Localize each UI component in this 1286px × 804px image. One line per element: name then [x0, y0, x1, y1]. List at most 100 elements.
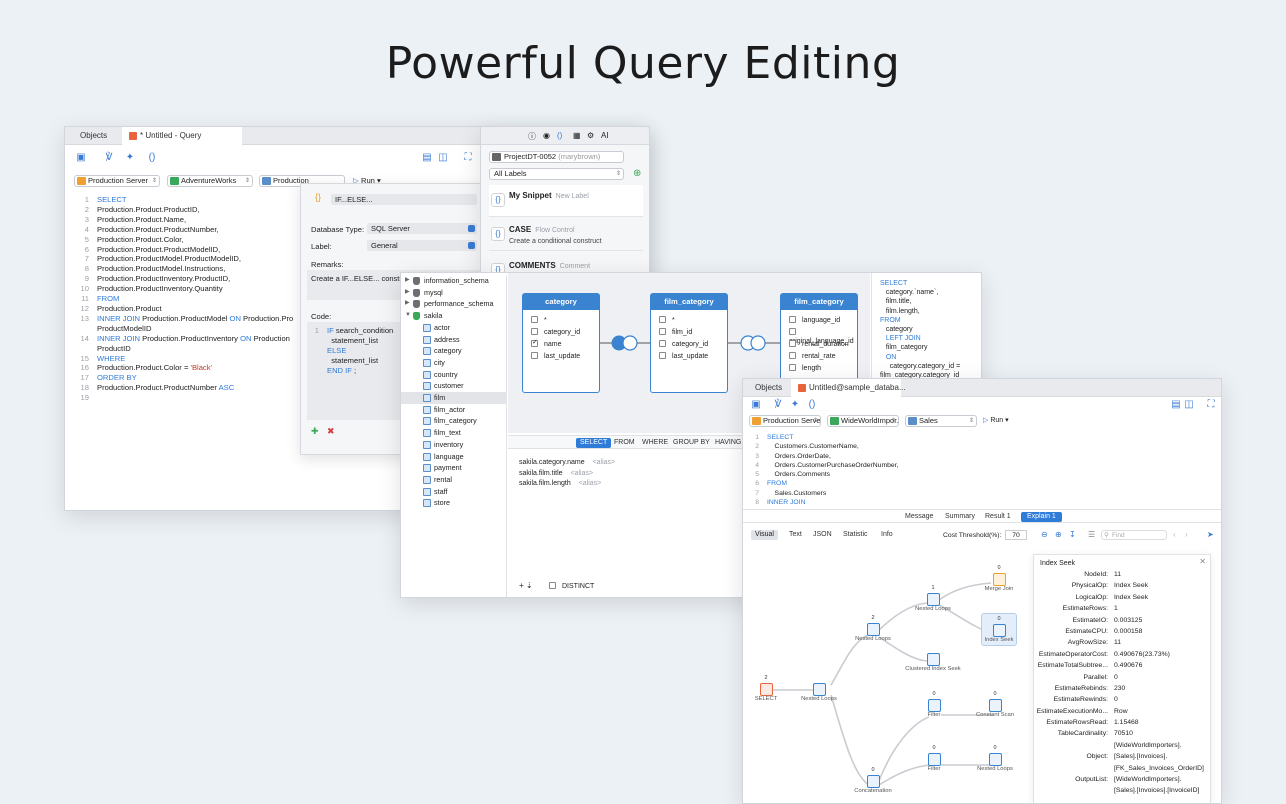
tab-summary[interactable]: Summary — [941, 512, 979, 522]
cost-threshold-input[interactable]: 70 — [1005, 530, 1027, 540]
label-select[interactable]: General — [367, 240, 477, 251]
tab-json[interactable]: JSON — [809, 530, 836, 540]
schema-select[interactable]: Sales ⇕ — [905, 415, 977, 427]
tab-result-1[interactable]: Result 1 — [981, 512, 1015, 522]
tab-objects[interactable]: Objects — [745, 379, 792, 397]
gear-icon[interactable]: ⚙ — [587, 131, 594, 140]
tab-select-clause[interactable]: SELECT — [576, 438, 612, 448]
tab-from-clause[interactable]: FROM — [610, 438, 639, 448]
tree-item-mysql[interactable]: ▶ mysql — [401, 287, 507, 299]
snippet-braces-icon[interactable]: () — [147, 153, 157, 163]
tab-visual[interactable]: Visual — [751, 530, 778, 540]
pin-icon[interactable]: ➤ — [1207, 530, 1214, 539]
db-type-select[interactable]: SQL Server — [367, 223, 477, 234]
entity-field[interactable]: last_update — [531, 352, 580, 361]
entity-field[interactable]: category_id — [659, 340, 708, 349]
tree-item-country[interactable]: country — [401, 369, 507, 381]
entity-field[interactable]: film_id — [659, 328, 692, 337]
close-icon[interactable]: ✕ — [1199, 557, 1206, 566]
checkbox[interactable] — [789, 352, 796, 359]
plan-node-filter[interactable]: 0 Filter — [919, 691, 949, 718]
tree-item-performance-schema[interactable]: ▶ performance_schema — [401, 298, 507, 310]
tree-item-language[interactable]: language — [401, 451, 507, 463]
checkbox[interactable] — [531, 352, 538, 359]
zoom-out-icon[interactable]: ⊖ — [1041, 530, 1048, 539]
tree-item-sakila[interactable]: ▼ sakila — [401, 310, 507, 322]
run-button[interactable]: ▷ Run ▾ — [983, 416, 1009, 424]
checkbox[interactable] — [659, 340, 666, 347]
plan-node-nested-loops[interactable]: 0 Nested Loops — [977, 745, 1013, 772]
tree-item-film-category[interactable]: film_category — [401, 415, 507, 427]
checkbox[interactable] — [531, 328, 538, 335]
remove-snippet-icon[interactable]: ✖ — [327, 426, 335, 437]
add-snippet-icon[interactable]: ✚ — [311, 426, 319, 437]
select-column-row[interactable]: sakila.category.name <alias> — [519, 459, 719, 470]
filter-icon[interactable]: ☰ — [1088, 530, 1095, 539]
tab-where-clause[interactable]: WHERE — [638, 438, 672, 448]
chevron-right-icon[interactable]: ▶ — [405, 298, 410, 310]
tab-groupby-clause[interactable]: GROUP BY — [669, 438, 714, 448]
alias-placeholder[interactable]: <alias> — [591, 459, 616, 466]
tab-explain-1[interactable]: Explain 1 — [1021, 512, 1062, 522]
connection-select[interactable]: Production Server ⇕ — [74, 175, 160, 187]
database-select[interactable]: WideWorldImpor... ⇕ — [827, 415, 899, 427]
checkbox[interactable] — [531, 316, 538, 323]
info-icon[interactable]: ⓘ — [528, 131, 536, 142]
tab-objects[interactable]: Objects — [70, 127, 117, 145]
tree-item-customer[interactable]: customer — [401, 380, 507, 392]
entity-field[interactable]: * — [531, 316, 547, 325]
distinct-checkbox[interactable]: DISTINCT — [549, 582, 594, 590]
magic-wand-icon[interactable]: ✦ — [125, 153, 135, 163]
tree-item-actor[interactable]: actor — [401, 322, 507, 334]
split-vertical-icon[interactable]: ◫ — [1184, 400, 1194, 410]
prev-icon[interactable]: ‹ — [1173, 530, 1176, 539]
save-icon[interactable]: ▣ — [751, 400, 761, 410]
chevron-down-icon[interactable]: ▼ — [405, 310, 411, 322]
table-icon[interactable]: ▦ — [573, 131, 581, 140]
entity-category[interactable]: category * category_idname last_update — [522, 293, 600, 393]
entity-field[interactable]: last_update — [659, 352, 708, 361]
select-column-row[interactable]: sakila.film.length <alias> — [519, 480, 719, 491]
plan-node-nested-loops[interactable]: 1 Nested Loops — [915, 585, 951, 612]
database-select[interactable]: AdventureWorks ⇕ — [167, 175, 253, 187]
magic-wand-icon[interactable]: ✦ — [790, 400, 800, 410]
fullscreen-icon[interactable]: ⛶ — [463, 153, 473, 163]
tree-item-film-actor[interactable]: film_actor — [401, 404, 507, 416]
find-input[interactable]: ⚲ Find — [1101, 530, 1167, 540]
project-select[interactable]: ProjectDT-0052 (marybrown) — [489, 151, 624, 163]
snippet-item[interactable]: {} My Snippet New Label — [489, 185, 643, 217]
plan-node-select[interactable]: 2 SELECT — [751, 675, 781, 702]
tab-untitled-sample[interactable]: Untitled@sample_databa... — [791, 379, 906, 397]
snippet-braces-icon[interactable]: () — [807, 400, 817, 410]
add-remove-controls[interactable]: + ⇣ — [519, 581, 533, 590]
entity-field[interactable]: rental_duration — [789, 340, 849, 349]
download-icon[interactable]: ↧ — [1069, 530, 1076, 539]
plan-node-merge-join[interactable]: 0 Merge Join — [981, 565, 1017, 592]
entity-field[interactable]: name — [531, 338, 562, 349]
checkbox[interactable] — [659, 328, 666, 335]
plan-node-clustered-index-seek[interactable]: Clustered Index Seek — [903, 645, 963, 672]
entity-field[interactable]: length — [789, 364, 821, 373]
entity-field[interactable]: rental_rate — [789, 352, 835, 361]
select-column-row[interactable]: sakila.film.title <alias> — [519, 470, 719, 481]
format-icon[interactable]: ℣ — [773, 400, 783, 410]
tree-item-payment[interactable]: payment — [401, 462, 507, 474]
chevron-right-icon[interactable]: ▶ — [405, 275, 410, 287]
tab-untitled-query[interactable]: * Untitled - Query — [122, 127, 242, 145]
alias-placeholder[interactable]: <alias> — [577, 480, 602, 487]
split-horizontal-icon[interactable]: ▤ — [1171, 400, 1181, 410]
plan-node-concatenation[interactable]: 0 Concatenation — [851, 767, 895, 794]
checkbox[interactable] — [789, 340, 796, 347]
entity-field[interactable]: language_id — [789, 316, 840, 325]
entity-field[interactable]: original_language_id — [789, 328, 857, 345]
tree-item-rental[interactable]: rental — [401, 474, 507, 486]
tree-item-staff[interactable]: staff — [401, 486, 507, 498]
checkbox[interactable] — [789, 316, 796, 323]
tab-statistic[interactable]: Statistic — [839, 530, 872, 540]
tree-item-inventory[interactable]: inventory — [401, 439, 507, 451]
snippet-item[interactable]: {} CASE Flow Control Create a conditional… — [489, 219, 643, 251]
tree-item-city[interactable]: city — [401, 357, 507, 369]
plan-node-constant-scan[interactable]: 0 Constant Scan — [973, 691, 1017, 718]
plan-node-nested-loops[interactable]: 2 Nested Loops — [855, 615, 891, 642]
split-horizontal-icon[interactable]: ▤ — [422, 153, 432, 163]
